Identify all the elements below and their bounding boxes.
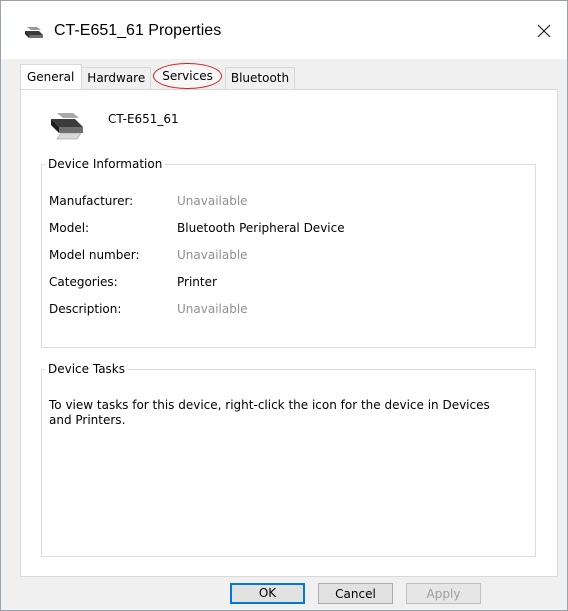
close-icon xyxy=(537,24,551,38)
tab-general[interactable]: General xyxy=(20,64,83,89)
general-tab-panel: CT-E651_61 Device Information Manufactur… xyxy=(20,89,558,577)
device-tasks-text: To view tasks for this device, right-cli… xyxy=(49,398,490,427)
model-value: Bluetooth Peripheral Device xyxy=(177,221,345,235)
manufacturer-value: Unavailable xyxy=(177,194,248,208)
model-number-label: Model number: xyxy=(49,248,140,262)
tab-bluetooth[interactable]: Bluetooth xyxy=(224,67,296,89)
properties-dialog: CT-E651_61 Properties General Hardware S… xyxy=(0,0,568,611)
categories-label: Categories: xyxy=(49,275,118,289)
model-number-value: Unavailable xyxy=(177,248,248,262)
window-title: CT-E651_61 Properties xyxy=(54,22,222,39)
description-value: Unavailable xyxy=(177,302,248,316)
title-bar: CT-E651_61 Properties xyxy=(1,1,567,59)
tab-hardware[interactable]: Hardware xyxy=(81,67,152,89)
description-label: Description: xyxy=(49,302,122,316)
manufacturer-label: Manufacturer: xyxy=(49,194,134,208)
printer-icon xyxy=(51,113,83,140)
device-information-title: Device Information xyxy=(48,157,163,171)
device-name: CT-E651_61 xyxy=(108,112,179,126)
device-information-group: Device Information Manufacturer: Unavail… xyxy=(41,157,536,348)
ok-button[interactable]: OK xyxy=(230,583,305,604)
device-tasks-title: Device Tasks xyxy=(48,362,126,376)
tab-strip: General Hardware Services Bluetooth xyxy=(20,63,296,89)
categories-value: Printer xyxy=(177,275,217,289)
device-tasks-group: Device Tasks To view tasks for this devi… xyxy=(41,362,536,557)
tab-services[interactable]: Services xyxy=(153,63,222,89)
model-label: Model: xyxy=(49,221,90,235)
cancel-button[interactable]: Cancel xyxy=(318,583,393,604)
apply-button: Apply xyxy=(406,583,481,604)
printer-icon xyxy=(25,27,43,38)
close-button[interactable] xyxy=(527,14,561,48)
